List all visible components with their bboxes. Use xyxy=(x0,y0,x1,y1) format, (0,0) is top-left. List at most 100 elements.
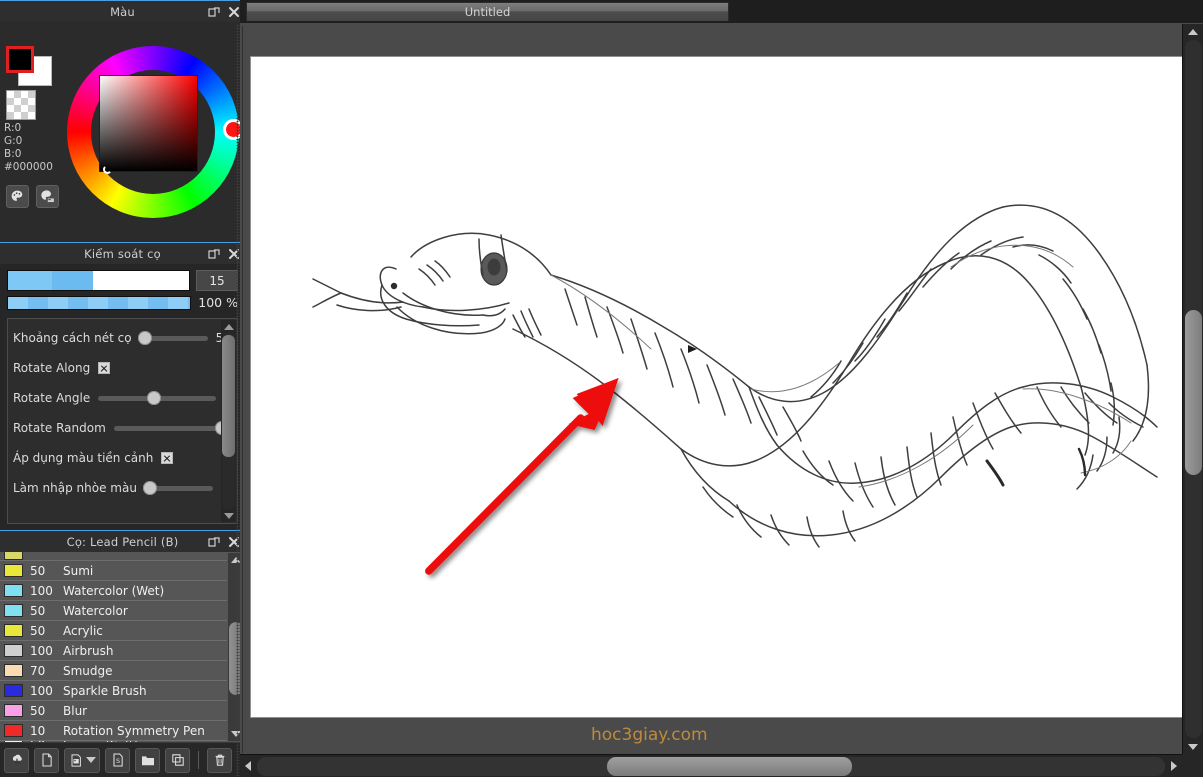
brush-parameter-scrollbar[interactable] xyxy=(221,320,236,522)
scroll-up-icon[interactable] xyxy=(1184,24,1203,39)
import-brush-button[interactable] xyxy=(4,747,29,773)
brush-opacity-slider[interactable] xyxy=(7,295,192,310)
brush-size-slider[interactable] xyxy=(7,270,190,291)
brush-parameter-list: Khoảng cách nét cọ 5 Rotate Along Rotate An… xyxy=(7,318,238,524)
svg-text:S: S xyxy=(115,757,119,765)
slider-knob[interactable] xyxy=(143,481,158,495)
close-icon[interactable] xyxy=(228,6,240,18)
brush-size-fill xyxy=(8,271,94,290)
brush-param-checkbox[interactable] xyxy=(98,362,111,374)
brush-param-label: Làm nhập nhòe màu xyxy=(13,481,137,495)
brush-size-value: 70 xyxy=(30,663,46,678)
canvas-viewport[interactable]: hoc3giay.com xyxy=(242,26,1182,753)
saturation-value-square[interactable] xyxy=(100,76,197,171)
brush-name: Sparkle Brush xyxy=(63,683,147,698)
slider-knob[interactable] xyxy=(138,331,153,345)
script-brush-button[interactable]: S xyxy=(105,747,130,773)
brush-param-row: Rotate Angle0 xyxy=(13,383,232,413)
scrollbar-corner xyxy=(1182,754,1203,777)
brush-list-title: Cọ: Lead Pencil (B) xyxy=(66,534,179,549)
brush-param-slider[interactable] xyxy=(98,391,217,405)
scroll-up-icon[interactable] xyxy=(221,320,236,333)
rgb-r-value: R:0 xyxy=(4,122,22,134)
tab-untitled[interactable]: Untitled xyxy=(246,2,729,21)
document-tabbar: Untitled xyxy=(240,0,1203,23)
canvas-vertical-scrollbar[interactable] xyxy=(1182,24,1203,754)
scroll-thumb[interactable] xyxy=(222,335,235,457)
brush-param-label: Rotate Random xyxy=(13,421,106,435)
chevron-down-icon[interactable] xyxy=(85,757,96,763)
brush-param-label: Rotate Along xyxy=(13,361,91,375)
sv-cursor-icon xyxy=(103,165,112,174)
scroll-track[interactable] xyxy=(222,333,235,509)
brush-param-row: Rotate Random100 xyxy=(13,413,232,443)
palette-add-icon[interactable] xyxy=(36,185,59,208)
brush-control-panel: Kiểm soát cọ 15 100 % Khoảng cách nét cọ… xyxy=(0,242,245,530)
canvas-horizontal-scrollbar[interactable] xyxy=(240,754,1182,777)
brush-color-chip xyxy=(4,704,23,717)
brush-list-item[interactable]: 70 Smudge xyxy=(0,661,227,681)
scroll-down-icon[interactable] xyxy=(1184,739,1203,754)
brush-name: Watercolor xyxy=(63,603,128,618)
scroll-thumb[interactable] xyxy=(607,756,852,776)
new-brush-button[interactable] xyxy=(34,747,59,773)
scroll-right-icon[interactable] xyxy=(1166,756,1182,777)
brush-list-item[interactable]: 100 Sparkle Brush xyxy=(0,681,227,701)
brush-folder-button[interactable] xyxy=(135,747,160,773)
delete-brush-button[interactable] xyxy=(207,747,232,773)
brush-param-checkbox[interactable] xyxy=(161,452,174,464)
brush-list-item[interactable]: 100 Watercolor (Wet) xyxy=(0,581,227,601)
brush-list-toolbar: S xyxy=(0,742,245,777)
brush-color-chip xyxy=(4,644,23,657)
brush-control-titlebar: Kiểm soát cọ xyxy=(0,242,245,264)
brush-list-item[interactable]: 50 Watercolor xyxy=(0,601,227,621)
float-icon[interactable] xyxy=(208,248,220,260)
brush-param-slider[interactable] xyxy=(113,421,232,435)
brush-color-chip xyxy=(4,624,23,637)
brush-list-item[interactable]: 100 Airbrush xyxy=(0,641,227,661)
brush-param-slider[interactable] xyxy=(138,331,208,345)
palette-icon[interactable] xyxy=(6,185,29,208)
brush-list-item[interactable] xyxy=(0,552,227,561)
brush-size-value: 10 xyxy=(30,723,46,738)
brush-list-titlebar: Cọ: Lead Pencil (B) xyxy=(0,530,245,552)
brush-color-chip xyxy=(4,584,23,597)
hex-value: #000000 xyxy=(4,161,53,173)
color-wheel[interactable] xyxy=(67,46,241,218)
document-area: Untitled hoc3giay.com xyxy=(240,0,1203,777)
brush-name: Watercolor (Wet) xyxy=(63,583,165,598)
float-icon[interactable] xyxy=(208,536,220,548)
scroll-thumb[interactable] xyxy=(1184,310,1202,475)
brush-list-item[interactable]: 50 Acrylic xyxy=(0,621,227,641)
brush-list-item[interactable]: 10 Rotation Symmetry Pen xyxy=(0,721,227,741)
transparency-swatch[interactable] xyxy=(6,90,36,120)
brush-opacity-fill xyxy=(8,296,191,309)
rgb-readout: R:0 G:0 B:0 xyxy=(4,122,22,161)
brush-name: Rotation Symmetry Pen xyxy=(63,723,205,738)
scroll-down-icon[interactable] xyxy=(221,509,236,522)
brush-list-item[interactable]: 50 Sumi xyxy=(0,561,227,581)
brush-list-item[interactable]: 50 Blur xyxy=(0,701,227,721)
scroll-track[interactable] xyxy=(1184,40,1202,738)
brush-control-body: 15 100 % Khoảng cách nét cọ 5 Rotate Along… xyxy=(0,264,245,530)
duplicate-brush-button[interactable] xyxy=(165,747,190,773)
brush-param-label: Rotate Angle xyxy=(13,391,91,405)
brush-param-row: Làm nhập nhòe màu0 xyxy=(13,473,229,503)
brush-param-slider[interactable] xyxy=(143,481,213,495)
scroll-left-icon[interactable] xyxy=(240,756,256,777)
canvas-paper[interactable] xyxy=(251,57,1182,717)
scroll-track[interactable] xyxy=(257,756,1165,776)
new-brush-from-button[interactable] xyxy=(64,747,100,773)
brush-param-label: Khoảng cách nét cọ xyxy=(13,331,132,345)
brush-param-label: Áp dụng màu tiền cảnh xyxy=(13,451,154,465)
slider-knob[interactable] xyxy=(146,391,161,405)
color-panel-title: Màu xyxy=(110,4,135,19)
brush-name: Airbrush xyxy=(63,643,114,658)
foreground-color-swatch[interactable] xyxy=(6,46,34,73)
brush-size-value[interactable]: 15 xyxy=(196,270,238,291)
brush-param-row: Khoảng cách nét cọ 5 xyxy=(13,323,223,353)
brush-size-value: 100 xyxy=(30,683,53,698)
slider-track xyxy=(113,426,232,431)
float-icon[interactable] xyxy=(208,6,220,18)
brush-size-value: 50 xyxy=(30,603,46,618)
